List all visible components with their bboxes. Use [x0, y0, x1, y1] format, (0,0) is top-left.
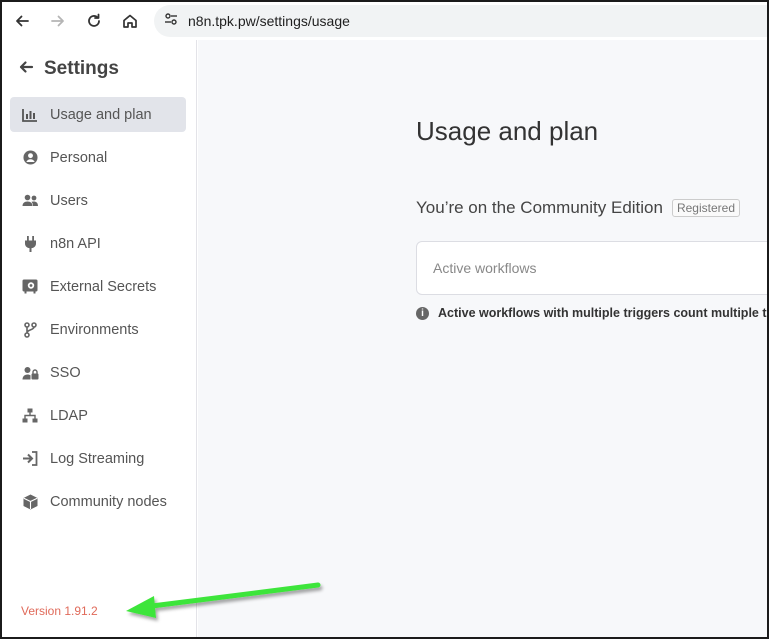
settings-back-header[interactable]: Settings: [18, 58, 119, 80]
url-path: /settings/usage: [255, 13, 350, 29]
url-host: n8n.tpk.pw: [188, 13, 256, 29]
sidebar-item-users[interactable]: Users: [10, 183, 186, 218]
sidebar-item-sso[interactable]: SSO: [10, 355, 186, 390]
vault-icon: [21, 278, 39, 296]
address-bar[interactable]: n8n.tpk.pw/settings/usage: [154, 5, 767, 37]
sign-in-icon: [21, 450, 39, 468]
sidebar-item-label: Community nodes: [50, 493, 167, 510]
user-circle-icon: [21, 149, 39, 167]
sidebar-title: Settings: [44, 58, 119, 79]
sidebar-item-label: LDAP: [50, 407, 88, 424]
browser-toolbar: n8n.tpk.pw/settings/usage: [2, 2, 767, 40]
forward-arrow-icon[interactable]: [40, 4, 76, 38]
sidebar-item-usage-and-plan[interactable]: Usage and plan: [10, 97, 186, 132]
users-icon: [21, 192, 39, 210]
sidebar-item-community-nodes[interactable]: Community nodes: [10, 484, 186, 519]
sidebar-item-external-secrets[interactable]: External Secrets: [10, 269, 186, 304]
sidebar-item-label: Environments: [50, 321, 139, 338]
sidebar-item-label: Log Streaming: [50, 450, 145, 467]
network-icon: [21, 407, 39, 425]
back-arrow-icon[interactable]: [4, 4, 40, 38]
bar-chart-icon: [21, 106, 39, 124]
main-content: Usage and plan You’re on the Community E…: [198, 40, 767, 637]
sidebar-menu: Usage and plan Personal Users n8n API Ex…: [10, 97, 186, 527]
sidebar-item-personal[interactable]: Personal: [10, 140, 186, 175]
sidebar-item-label: External Secrets: [50, 278, 157, 295]
settings-sidebar: Settings Usage and plan Personal Users n…: [2, 40, 197, 637]
status-badge: Registered: [671, 199, 740, 217]
edition-text: You’re on the Community Edition: [416, 198, 663, 217]
screenshot-frame: n8n.tpk.pw/settings/usage Settings Usage…: [0, 0, 769, 639]
url-text[interactable]: n8n.tpk.pw/settings/usage: [188, 13, 350, 29]
sidebar-item-label: Users: [50, 192, 88, 209]
site-settings-icon[interactable]: [164, 12, 178, 31]
git-branch-icon: [21, 321, 39, 339]
sidebar-item-n8n-api[interactable]: n8n API: [10, 226, 186, 261]
sidebar-item-label: SSO: [50, 364, 81, 381]
sidebar-item-label: Personal: [50, 149, 108, 166]
reload-icon[interactable]: [76, 4, 112, 38]
info-icon: i: [416, 306, 429, 320]
info-row: i Active workflows with multiple trigger…: [416, 306, 769, 320]
cube-icon: [21, 493, 39, 511]
back-arrow-icon[interactable]: [18, 59, 34, 80]
plug-icon: [21, 235, 39, 253]
sidebar-item-environments[interactable]: Environments: [10, 312, 186, 347]
active-workflows-card: Active workflows: [416, 241, 767, 295]
info-text: Active workflows with multiple triggers …: [438, 306, 769, 320]
card-label: Active workflows: [433, 260, 537, 276]
home-icon[interactable]: [112, 4, 148, 38]
user-lock-icon: [21, 364, 39, 382]
sidebar-item-label: Usage and plan: [50, 106, 152, 123]
sidebar-item-label: n8n API: [50, 235, 101, 252]
version-label: Version 1.91.2: [21, 604, 98, 618]
sidebar-item-ldap[interactable]: LDAP: [10, 398, 186, 433]
page-title: Usage and plan: [416, 116, 599, 146]
sidebar-item-log-streaming[interactable]: Log Streaming: [10, 441, 186, 476]
edition-row: You’re on the Community Edition Register…: [416, 198, 740, 218]
